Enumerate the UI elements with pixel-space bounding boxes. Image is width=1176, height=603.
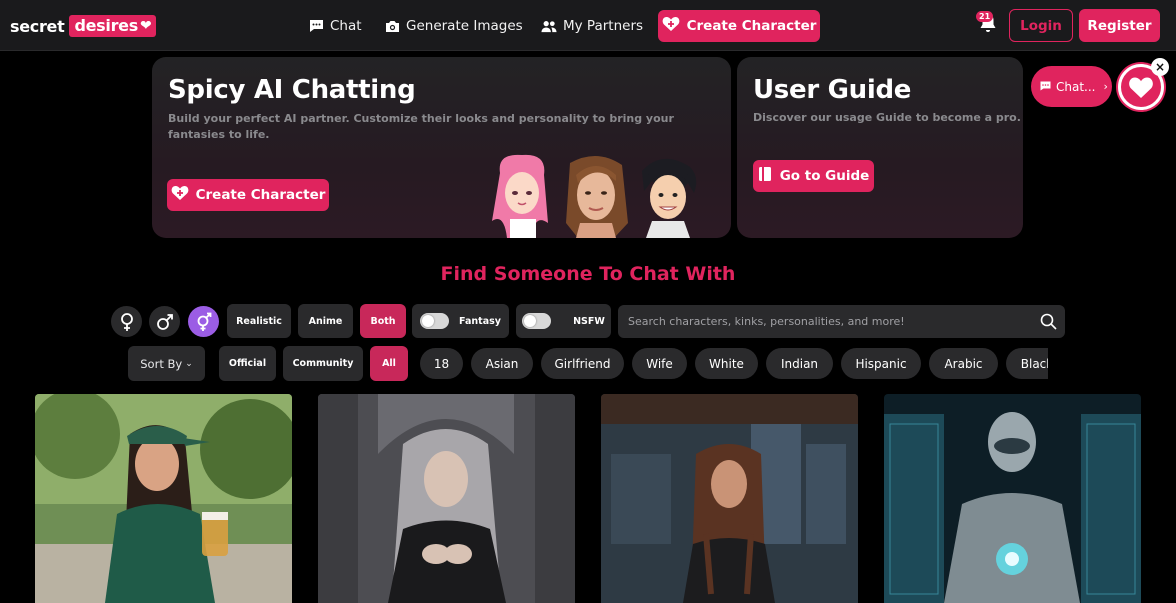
- logo-text-desires: desires ❤: [69, 15, 157, 37]
- register-button[interactable]: Register: [1079, 9, 1160, 42]
- character-card[interactable]: [35, 394, 292, 603]
- sort-by-dropdown[interactable]: Sort By ⌄: [128, 346, 205, 381]
- camera-icon: [384, 18, 400, 34]
- tag-chip[interactable]: 18: [420, 348, 463, 379]
- heart-plus-icon: [662, 16, 680, 36]
- heart-icon: ❤: [139, 17, 152, 34]
- source-all-chip[interactable]: All: [370, 346, 408, 381]
- nsfw-toggle-label: NSFW: [573, 315, 605, 327]
- floating-chat-button[interactable]: Chat... ›: [1031, 66, 1112, 107]
- style-realistic-chip[interactable]: Realistic: [227, 304, 291, 338]
- hero-characters-illustration: [492, 153, 702, 238]
- floating-chat-label: Chat...: [1056, 79, 1096, 94]
- tag-chip[interactable]: Asian: [471, 348, 533, 379]
- source-community-chip[interactable]: Community: [283, 346, 363, 381]
- male-icon: [156, 313, 173, 330]
- nsfw-toggle[interactable]: NSFW: [516, 304, 611, 338]
- chevron-down-icon: ⌄: [185, 358, 193, 369]
- hero-subtitle: Build your perfect AI partner. Customize…: [168, 112, 674, 141]
- search-placeholder: Search characters, kinks, personalities,…: [628, 315, 905, 328]
- section-title: Find Someone To Chat With: [440, 263, 736, 285]
- guide-subtitle: Discover our usage Guide to become a pro…: [753, 111, 1021, 124]
- search-bar[interactable]: Search characters, kinks, personalities,…: [618, 305, 1065, 338]
- nav-generate-label: Generate Images: [406, 18, 523, 34]
- chat-bubble-icon: [308, 18, 324, 34]
- create-character-button[interactable]: Create Character: [658, 10, 820, 42]
- close-icon[interactable]: ×: [1151, 58, 1169, 76]
- nav-partners-label: My Partners: [563, 18, 644, 34]
- style-anime-chip[interactable]: Anime: [298, 304, 353, 338]
- chevron-right-icon: ›: [1103, 80, 1108, 93]
- nav-chat[interactable]: Chat: [308, 10, 362, 42]
- source-official-chip[interactable]: Official: [219, 346, 276, 381]
- both-genders-filter-button[interactable]: [188, 306, 219, 337]
- character-card[interactable]: [884, 394, 1141, 603]
- character-image: [601, 394, 858, 603]
- male-filter-button[interactable]: [149, 306, 180, 337]
- tag-chip[interactable]: Wife: [632, 348, 687, 379]
- female-filter-button[interactable]: [111, 306, 142, 337]
- fantasy-toggle[interactable]: Fantasy: [412, 304, 509, 338]
- users-icon: [541, 18, 557, 34]
- hero-title: Spicy AI Chatting: [168, 75, 416, 105]
- character-image: [318, 394, 575, 603]
- guide-button-label: Go to Guide: [779, 168, 870, 184]
- toggle-switch[interactable]: [420, 313, 450, 329]
- nav-generate-images[interactable]: Generate Images: [384, 10, 523, 42]
- hero-create-character-button[interactable]: Create Character: [167, 179, 329, 211]
- top-nav-bar: secret desires ❤ Chat Generate Images My …: [0, 0, 1176, 51]
- both-genders-icon: [197, 312, 211, 331]
- guide-title: User Guide: [753, 75, 912, 105]
- character-image: [35, 394, 292, 603]
- tag-chip[interactable]: Arabic: [929, 348, 998, 379]
- tag-chip[interactable]: Hispanic: [841, 348, 921, 379]
- logo[interactable]: secret desires ❤: [10, 13, 157, 39]
- nav-my-partners[interactable]: My Partners: [541, 10, 643, 42]
- user-guide-card: User Guide Discover our usage Guide to b…: [737, 57, 1023, 238]
- tag-chip[interactable]: White: [695, 348, 758, 379]
- heart-plus-icon: [171, 185, 189, 205]
- tag-chip[interactable]: Black: [1006, 348, 1048, 379]
- nav-chat-label: Chat: [330, 18, 362, 34]
- character-image: [884, 394, 1141, 603]
- book-icon: [758, 166, 772, 186]
- chat-bubble-icon: [1040, 80, 1051, 94]
- notification-badge: 21: [976, 11, 994, 22]
- fantasy-toggle-label: Fantasy: [459, 315, 501, 327]
- create-character-label: Create Character: [686, 18, 817, 34]
- tag-filter-row: 18 Asian Girlfriend Wife White Indian Hi…: [420, 340, 1048, 385]
- style-both-chip[interactable]: Both: [360, 304, 406, 338]
- search-icon[interactable]: [1040, 313, 1057, 333]
- tag-chip[interactable]: Indian: [766, 348, 833, 379]
- heart-icon: [1129, 77, 1153, 98]
- notifications-bell[interactable]: 21: [976, 11, 1000, 35]
- hero-button-label: Create Character: [195, 187, 326, 203]
- go-to-guide-button[interactable]: Go to Guide: [753, 160, 874, 192]
- login-button[interactable]: Login: [1009, 9, 1073, 42]
- logo-text-secret: secret: [10, 16, 65, 36]
- female-icon: [120, 312, 133, 331]
- character-card[interactable]: [318, 394, 575, 603]
- toggle-switch[interactable]: [522, 313, 552, 329]
- hero-card: Spicy AI Chatting Build your perfect AI …: [152, 57, 731, 238]
- character-card[interactable]: [601, 394, 858, 603]
- sort-by-label: Sort By: [140, 356, 183, 371]
- tag-chip[interactable]: Girlfriend: [541, 348, 624, 379]
